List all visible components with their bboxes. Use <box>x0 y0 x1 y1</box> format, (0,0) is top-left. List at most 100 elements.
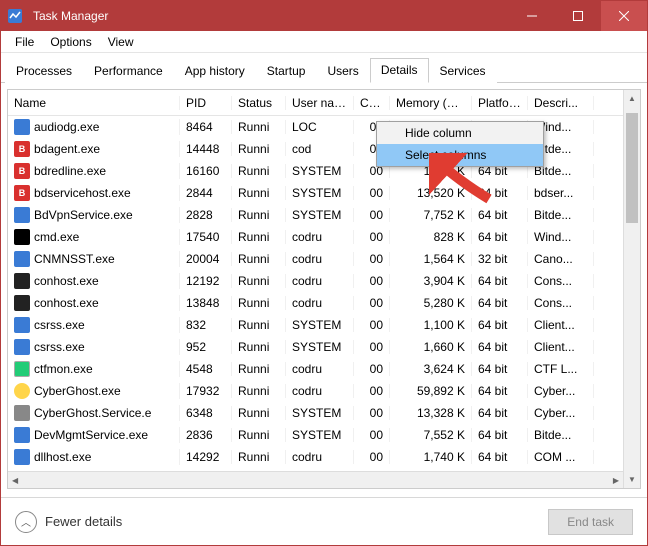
tab-processes[interactable]: Processes <box>5 59 83 83</box>
menu-file[interactable]: File <box>7 33 42 51</box>
close-button[interactable] <box>601 1 647 31</box>
table-row[interactable]: dllhost.exe14292Runnicodru001,740 K64 bi… <box>8 446 640 468</box>
menu-view[interactable]: View <box>100 33 142 51</box>
header-user[interactable]: User name <box>286 96 354 110</box>
header-platform[interactable]: Platform <box>472 96 528 110</box>
horizontal-scrollbar[interactable]: ◀▶ <box>8 471 623 488</box>
process-status: Runni <box>232 164 286 178</box>
process-platform: 64 bit <box>472 428 528 442</box>
menu-options[interactable]: Options <box>42 33 99 51</box>
header-name[interactable]: Name <box>8 96 180 110</box>
process-icon <box>14 229 30 245</box>
tab-performance[interactable]: Performance <box>83 59 174 83</box>
process-user: codru <box>286 274 354 288</box>
scroll-down-icon[interactable]: ▼ <box>624 471 640 488</box>
process-description: bdser... <box>528 186 594 200</box>
header-pid[interactable]: PID <box>180 96 232 110</box>
process-icon <box>14 383 30 399</box>
maximize-button[interactable] <box>555 1 601 31</box>
table-row[interactable]: Bbdagent.exe14448Runnicod005 K64 bitBitd… <box>8 138 640 160</box>
scroll-up-icon[interactable]: ▲ <box>624 90 640 107</box>
process-cpu: 00 <box>354 428 390 442</box>
end-task-button[interactable]: End task <box>548 509 633 535</box>
table-row[interactable]: BdVpnService.exe2828RunniSYSTEM007,752 K… <box>8 204 640 226</box>
tab-app-history[interactable]: App history <box>174 59 256 83</box>
process-platform: 64 bit <box>472 274 528 288</box>
process-memory: 5,280 K <box>390 296 472 310</box>
context-hide-column[interactable]: Hide column <box>377 122 543 144</box>
vertical-scrollbar[interactable]: ▲ ▼ <box>623 90 640 488</box>
tabbar: ProcessesPerformanceApp historyStartupUs… <box>1 53 647 83</box>
process-platform: 64 bit <box>472 450 528 464</box>
header-description[interactable]: Descri... <box>528 96 594 110</box>
fewer-details-label: Fewer details <box>45 514 122 529</box>
process-pid: 20004 <box>180 252 232 266</box>
table-row[interactable]: csrss.exe832RunniSYSTEM001,100 K64 bitCl… <box>8 314 640 336</box>
tab-details[interactable]: Details <box>370 58 429 83</box>
process-icon: B <box>14 163 30 179</box>
table-row[interactable]: conhost.exe13848Runnicodru005,280 K64 bi… <box>8 292 640 314</box>
table-row[interactable]: CyberGhost.Service.e6348RunniSYSTEM0013,… <box>8 402 640 424</box>
table-row[interactable]: Bbdredline.exe16160RunniSYSTEM001,936 K6… <box>8 160 640 182</box>
process-status: Runni <box>232 142 286 156</box>
process-pid: 6348 <box>180 406 232 420</box>
table-row[interactable]: cmd.exe17540Runnicodru00828 K64 bitWind.… <box>8 226 640 248</box>
process-platform: 64 bit <box>472 230 528 244</box>
process-status: Runni <box>232 186 286 200</box>
process-icon <box>14 449 30 465</box>
table-row[interactable]: conhost.exe12192Runnicodru003,904 K64 bi… <box>8 270 640 292</box>
process-platform: 64 bit <box>472 362 528 376</box>
table-row[interactable]: csrss.exe952RunniSYSTEM001,660 K64 bitCl… <box>8 336 640 358</box>
process-pid: 17932 <box>180 384 232 398</box>
process-name: csrss.exe <box>34 318 85 332</box>
process-memory: 3,904 K <box>390 274 472 288</box>
minimize-button[interactable] <box>509 1 555 31</box>
process-name: bdagent.exe <box>34 142 100 156</box>
process-status: Runni <box>232 428 286 442</box>
process-icon: B <box>14 185 30 201</box>
process-cpu: 00 <box>354 274 390 288</box>
process-cpu: 00 <box>354 296 390 310</box>
table-row[interactable]: audiodg.exe8464RunniLOC00O K64 bitWind..… <box>8 116 640 138</box>
process-platform: 64 bit <box>472 186 528 200</box>
process-pid: 14292 <box>180 450 232 464</box>
process-pid: 2844 <box>180 186 232 200</box>
tab-startup[interactable]: Startup <box>256 59 317 83</box>
process-user: codru <box>286 384 354 398</box>
table-row[interactable]: CyberGhost.exe17932Runnicodru0059,892 K6… <box>8 380 640 402</box>
process-pid: 4548 <box>180 362 232 376</box>
tab-users[interactable]: Users <box>316 59 369 83</box>
process-platform: 64 bit <box>472 208 528 222</box>
fewer-details-button[interactable]: ︿ Fewer details <box>15 511 122 533</box>
process-memory: 1,564 K <box>390 252 472 266</box>
tab-services[interactable]: Services <box>429 59 497 83</box>
process-name: bdredline.exe <box>34 164 106 178</box>
process-user: codru <box>286 296 354 310</box>
process-cpu: 00 <box>354 208 390 222</box>
app-icon <box>1 8 29 24</box>
scroll-thumb[interactable] <box>626 113 638 223</box>
column-headers[interactable]: Name PID Status User name CPU Memory (pr… <box>8 90 640 116</box>
table-row[interactable]: DevMgmtService.exe2836RunniSYSTEM007,552… <box>8 424 640 446</box>
process-status: Runni <box>232 340 286 354</box>
process-user: cod <box>286 142 354 156</box>
process-description: Cano... <box>528 252 594 266</box>
process-name: cmd.exe <box>34 230 79 244</box>
titlebar[interactable]: Task Manager <box>1 1 647 31</box>
process-user: SYSTEM <box>286 340 354 354</box>
process-pid: 2836 <box>180 428 232 442</box>
table-row[interactable]: Bbdservicehost.exe2844RunniSYSTEM0013,52… <box>8 182 640 204</box>
context-select-columns[interactable]: Select columns <box>377 144 543 166</box>
process-name: CyberGhost.exe <box>34 384 121 398</box>
process-cpu: 00 <box>354 362 390 376</box>
header-status[interactable]: Status <box>232 96 286 110</box>
header-memory[interactable]: Memory (pr... <box>390 96 472 110</box>
process-rows: audiodg.exe8464RunniLOC00O K64 bitWind..… <box>8 116 640 468</box>
header-cpu[interactable]: CPU <box>354 96 390 110</box>
process-description: Client... <box>528 318 594 332</box>
table-row[interactable]: CNMNSST.exe20004Runnicodru001,564 K32 bi… <box>8 248 640 270</box>
process-memory: 3,624 K <box>390 362 472 376</box>
table-row[interactable]: ctfmon.exe4548Runnicodru003,624 K64 bitC… <box>8 358 640 380</box>
process-memory: 59,892 K <box>390 384 472 398</box>
process-name: bdservicehost.exe <box>34 186 131 200</box>
